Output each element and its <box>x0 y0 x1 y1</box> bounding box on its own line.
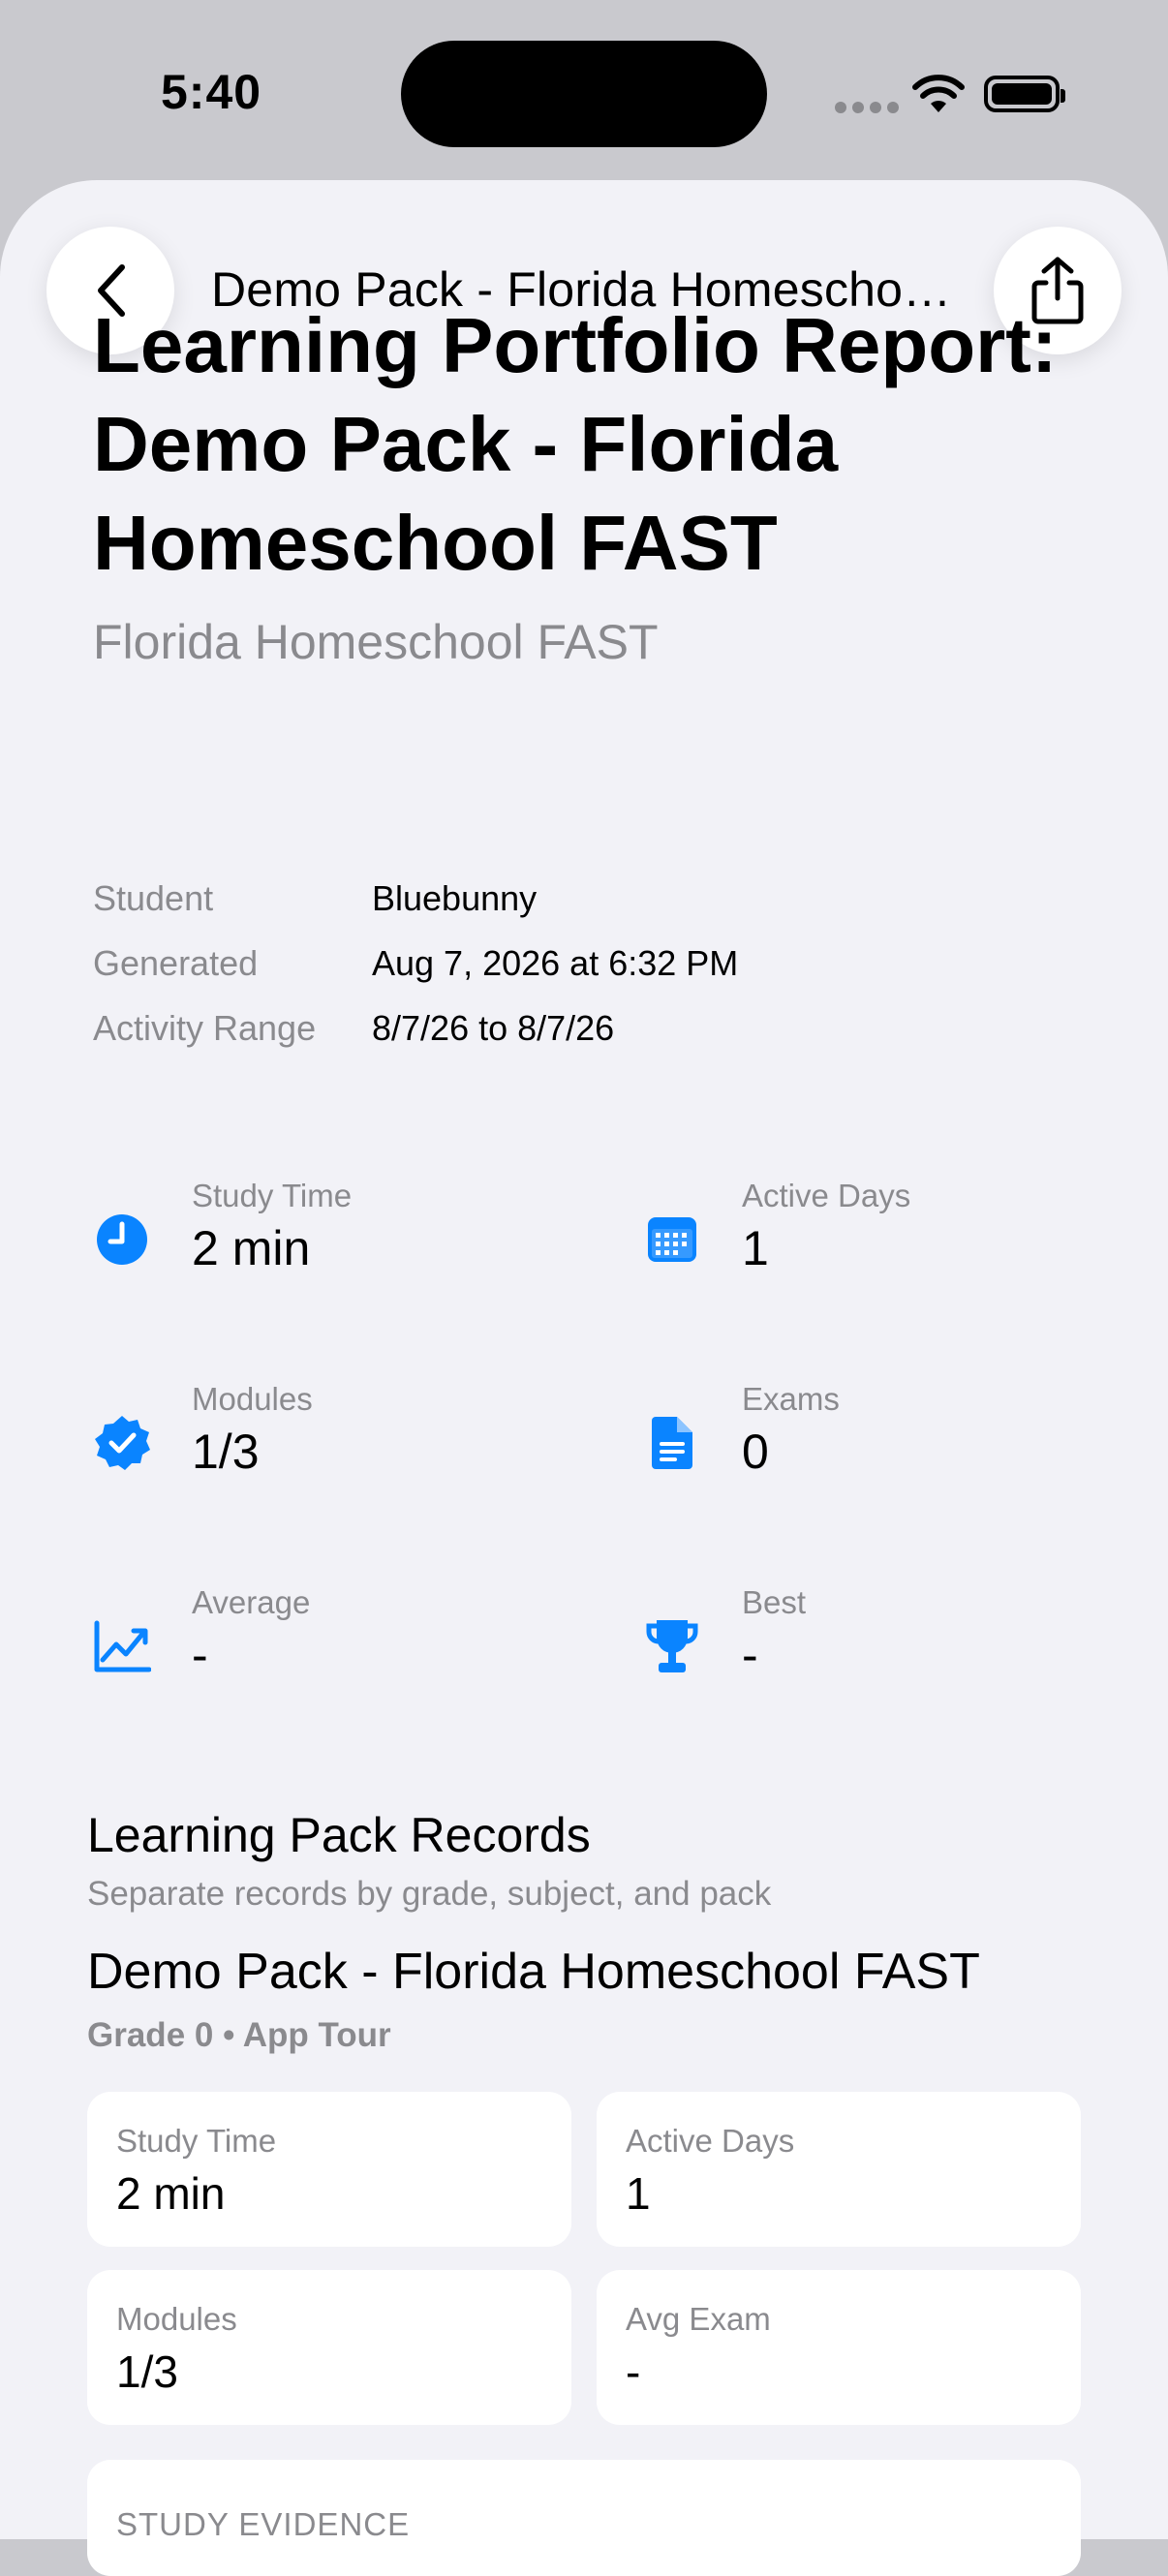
trophy-icon <box>643 1617 701 1675</box>
card-label: Modules <box>116 2301 237 2337</box>
stat-value: 1/3 <box>192 1425 260 1479</box>
card-label: Study Time <box>116 2123 277 2159</box>
card-label: Active Days <box>626 2123 795 2159</box>
battery-icon <box>984 76 1065 112</box>
stat-label: Active Days <box>742 1178 911 1213</box>
report-sheet: Demo Pack - Florida Homeschool FAST Lear… <box>0 180 1168 2576</box>
meta-label: Activity Range <box>93 1007 317 1048</box>
chart-line-icon <box>93 1617 151 1675</box>
stat-label: Modules <box>192 1381 313 1417</box>
stat-label: Exams <box>742 1381 840 1417</box>
meta-value: 8/7/26 to 8/7/26 <box>372 1007 615 1048</box>
stat-exams: Exams 0 <box>643 1381 1127 1517</box>
records-section-title: Learning Pack Records <box>87 1808 591 1862</box>
meta-row-generated: Generated Aug 7, 2026 at 6:32 PM <box>93 931 738 996</box>
study-evidence-title: STUDY EVIDENCE <box>116 2506 411 2542</box>
card-label: Avg Exam <box>626 2301 771 2337</box>
record-card-avg-exam: Avg Exam - <box>597 2270 1081 2425</box>
records-section-subtitle: Separate records by grade, subject, and … <box>87 1875 772 1913</box>
pack-title: Demo Pack - Florida Homeschool FAST <box>87 1944 980 2000</box>
stat-best: Best - <box>643 1584 1127 1720</box>
cellular-signal-icon <box>835 101 905 118</box>
stat-study-time: Study Time 2 min <box>93 1178 577 1313</box>
record-card-active-days: Active Days 1 <box>597 2092 1081 2247</box>
card-value: - <box>626 2346 641 2397</box>
report-meta: Student Bluebunny Generated Aug 7, 2026 … <box>93 866 738 1060</box>
meta-label: Generated <box>93 942 259 983</box>
stat-value: 1 <box>742 1221 769 1275</box>
stat-label: Average <box>192 1584 311 1620</box>
record-card-modules: Modules 1/3 <box>87 2270 571 2425</box>
meta-value: Bluebunny <box>372 877 538 918</box>
meta-value: Aug 7, 2026 at 6:32 PM <box>372 942 739 983</box>
pack-meta: Grade 0 • App Tour <box>87 2016 391 2054</box>
calendar-icon <box>643 1211 701 1269</box>
stat-label: Study Time <box>192 1178 353 1213</box>
stat-average: Average - <box>93 1584 577 1720</box>
stat-label: Best <box>742 1584 807 1620</box>
meta-row-activity-range: Activity Range 8/7/26 to 8/7/26 <box>93 996 738 1060</box>
report-title: Learning Portfolio Report: Demo Pack - F… <box>93 302 1058 586</box>
report-subtitle: Florida Homeschool FAST <box>93 615 659 669</box>
checkmark-seal-icon <box>93 1414 151 1472</box>
meta-label: Student <box>93 877 214 918</box>
wifi-icon <box>912 75 965 112</box>
card-value: 1/3 <box>116 2346 178 2397</box>
stat-modules: Modules 1/3 <box>93 1381 577 1517</box>
dynamic-island <box>401 41 767 147</box>
clock-icon <box>93 1211 151 1269</box>
stat-value: - <box>742 1628 758 1682</box>
card-value: 1 <box>626 2168 651 2219</box>
status-time: 5:40 <box>161 65 262 119</box>
stat-value: 0 <box>742 1425 769 1479</box>
card-value: 2 min <box>116 2168 226 2219</box>
stat-value: - <box>192 1628 208 1682</box>
meta-row-student: Student Bluebunny <box>93 866 738 931</box>
document-icon <box>643 1414 701 1472</box>
stat-active-days: Active Days 1 <box>643 1178 1127 1313</box>
stat-value: 2 min <box>192 1221 311 1275</box>
record-card-study-time: Study Time 2 min <box>87 2092 571 2247</box>
study-evidence-card: STUDY EVIDENCE <box>87 2460 1081 2576</box>
